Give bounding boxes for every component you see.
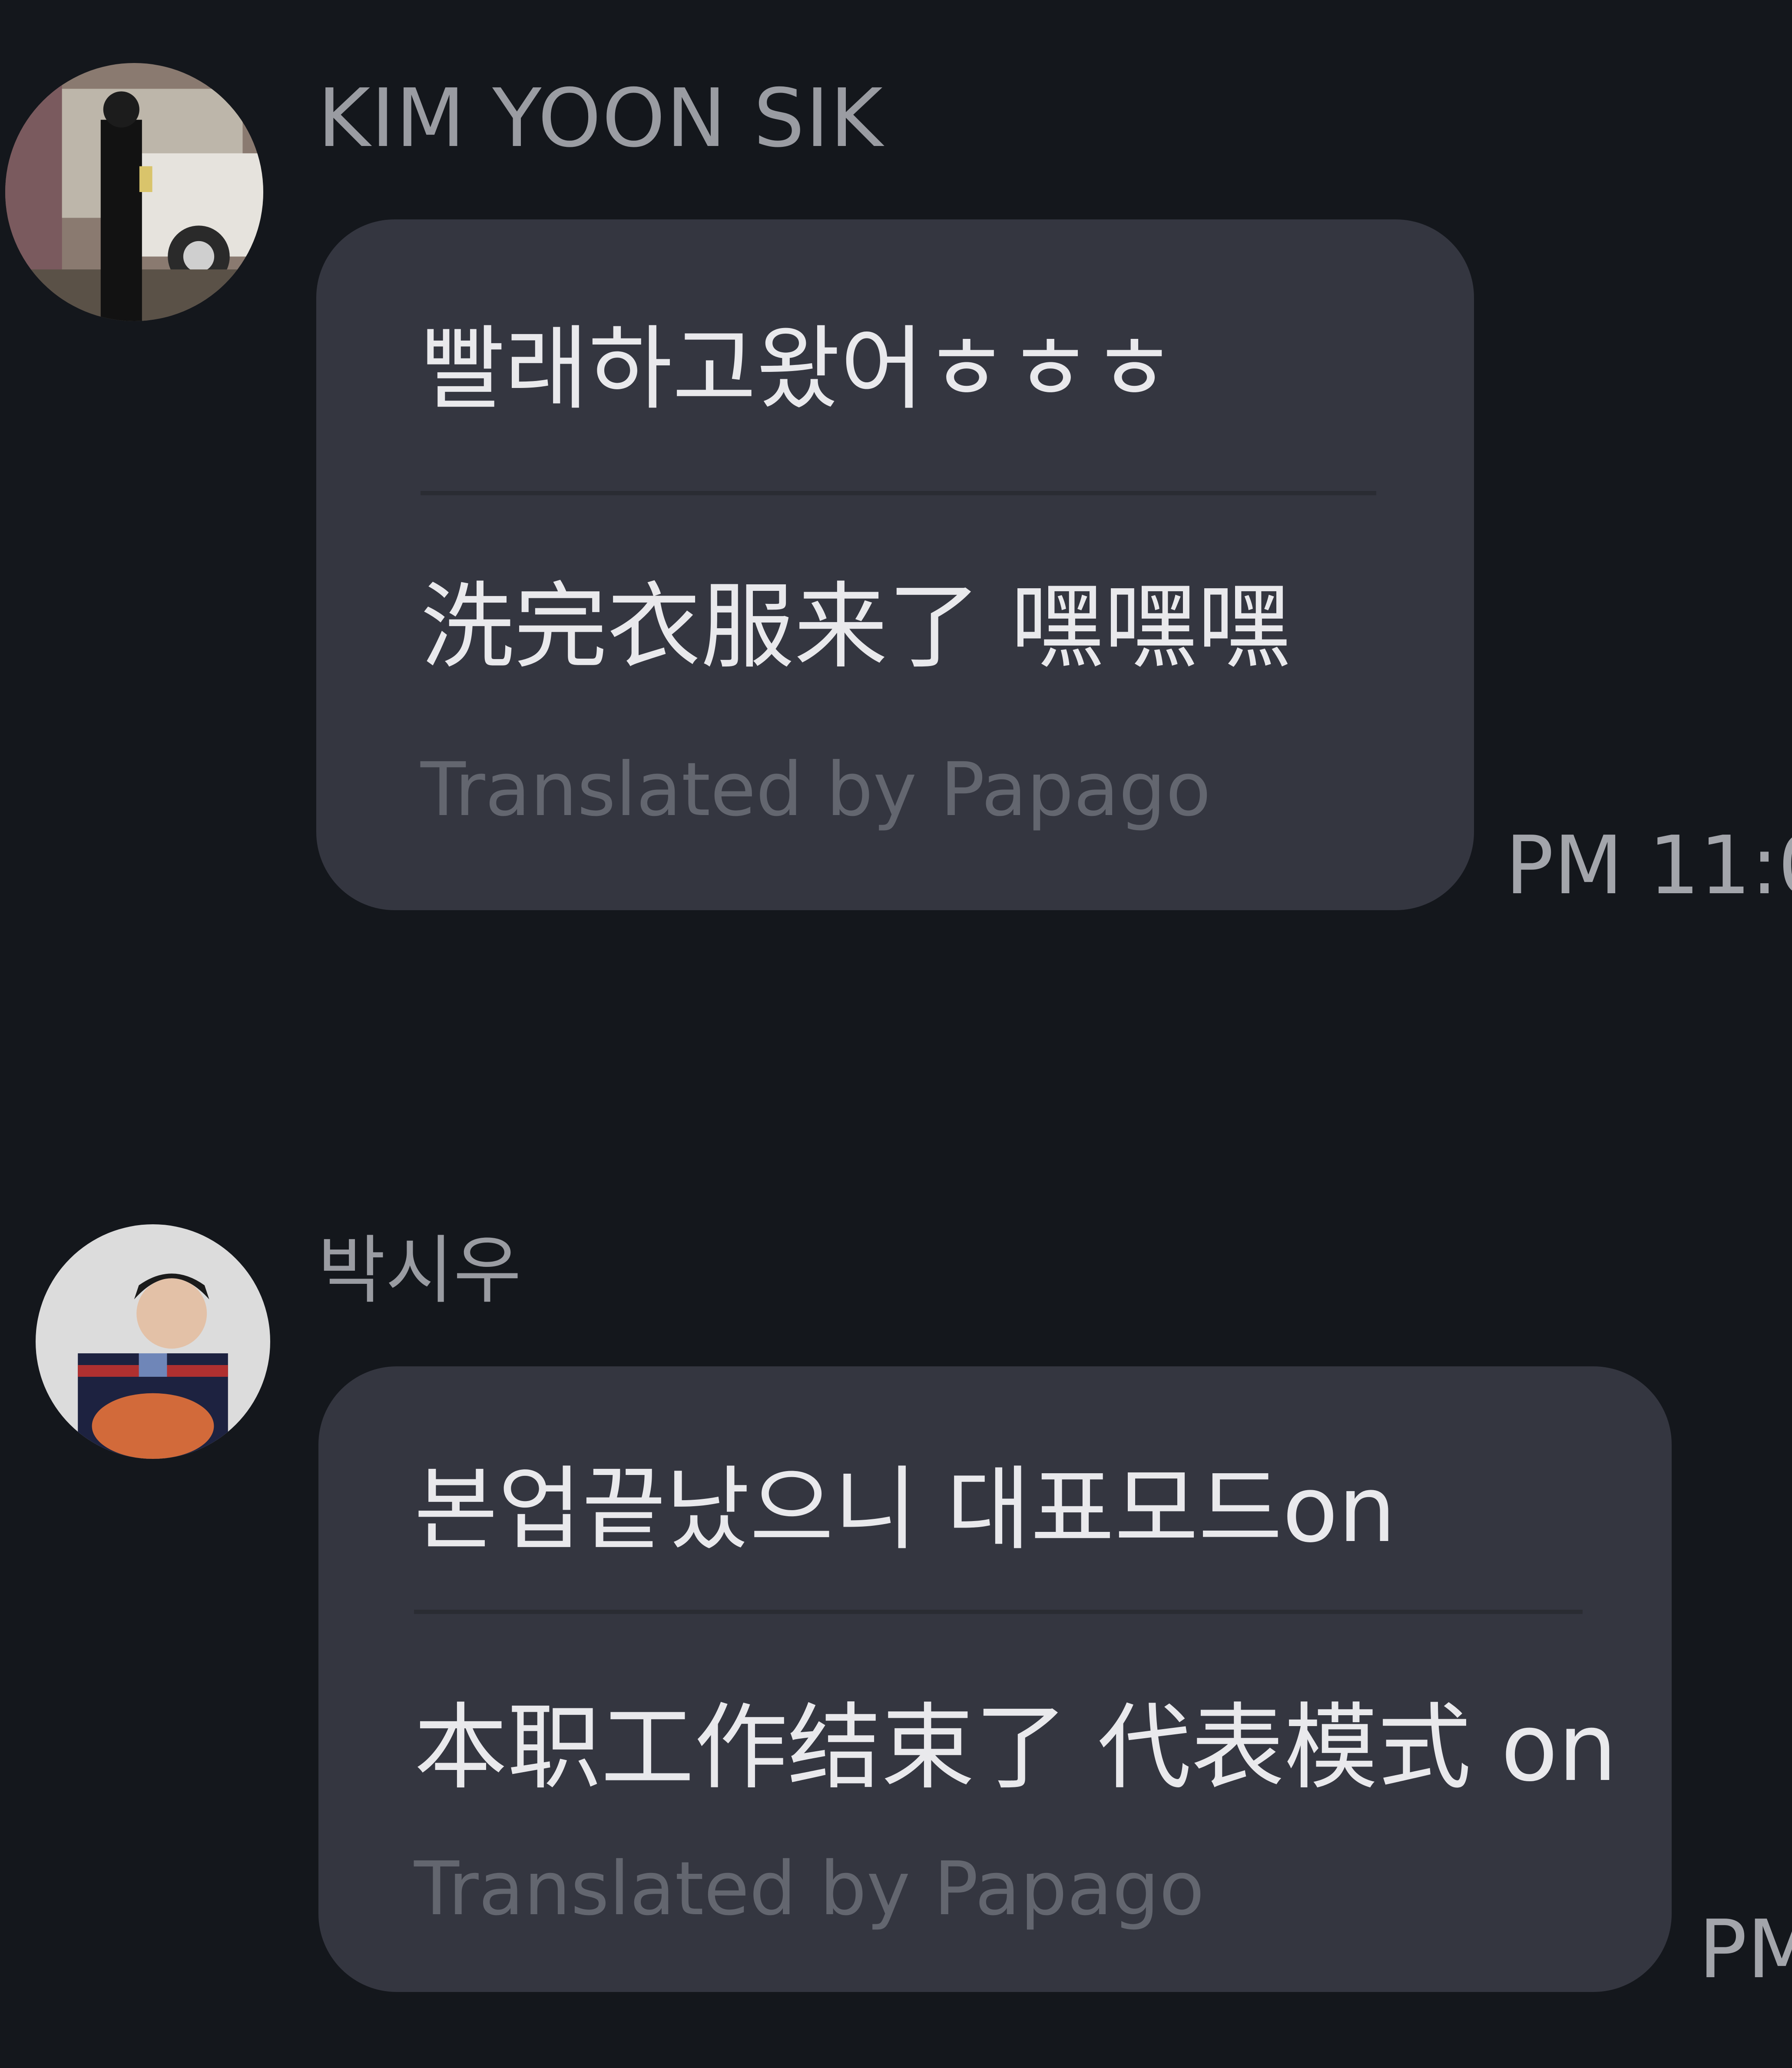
translation-credit: Translated by Papago xyxy=(414,1846,1205,1932)
message-original-text: 본업끝났으니 대표모드on xyxy=(414,1456,1396,1563)
message-original-text: 빨래하고왔어ㅎㅎㅎ xyxy=(421,316,1176,422)
message-translation-text: 洗完衣服来了 嘿嘿嘿 xyxy=(421,572,1291,681)
message-bubble[interactable]: 본업끝났으니 대표모드on 本职工作结束了 代表模式 on Translated… xyxy=(318,1366,1672,1992)
sender-name: 박시우 xyxy=(318,1228,522,1314)
message-bubble[interactable]: 빨래하고왔어ㅎㅎㅎ 洗完衣服来了 嘿嘿嘿 Translated by Papag… xyxy=(316,219,1474,910)
avatar[interactable] xyxy=(5,63,263,321)
translation-credit: Translated by Papago xyxy=(421,747,1211,833)
profile-photo-icon xyxy=(36,1224,270,1459)
message-timestamp: PM 11:0 xyxy=(1505,819,1792,912)
profile-photo-icon xyxy=(5,63,263,321)
translation-divider xyxy=(414,1610,1583,1614)
sender-name: KIM YOON SIK xyxy=(318,71,884,165)
translation-divider xyxy=(421,491,1376,495)
message-translation-text: 本职工作结束了 代表模式 on xyxy=(414,1693,1617,1802)
message-timestamp: PM xyxy=(1699,1902,1792,1996)
avatar[interactable] xyxy=(36,1224,270,1459)
